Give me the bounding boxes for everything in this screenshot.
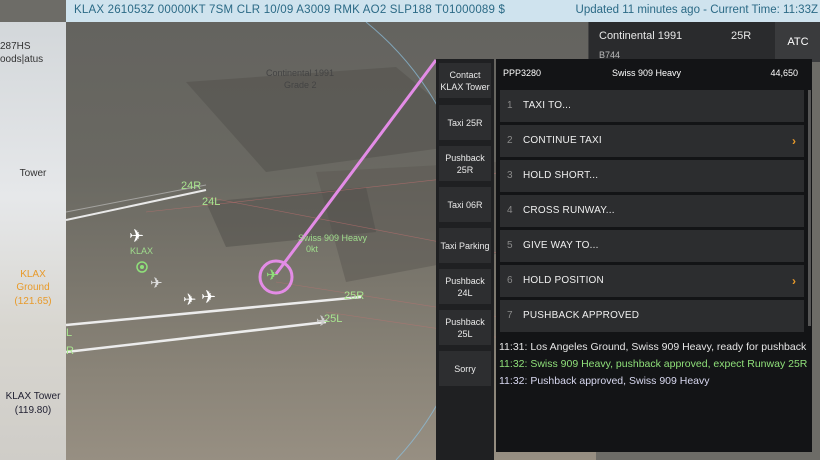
ground-frequency: (121.65) [14,296,52,307]
menu-item-label: PUSHBACK APPROVED [523,310,640,321]
menu-item-number: 7 [507,310,513,321]
menu-item-taxi-to[interactable]: 1 TAXI TO... [500,90,804,122]
menu-item-hold-short[interactable]: 3 HOLD SHORT... [500,160,804,192]
flight-strip[interactable]: Continental 1991 25R B744 ATC [588,22,820,62]
menu-value: 44,650 [770,68,798,78]
menu-item-number: 2 [507,135,513,146]
panel-text-2: oods|atus [0,54,44,65]
sorry-button[interactable]: Sorry [439,351,491,386]
log-line: 11:32: Swiss 909 Heavy, pushback approve… [499,358,808,370]
ground-role: Ground [16,282,50,293]
menu-item-label: CONTINUE TAXI [523,135,602,146]
runway-24l-label: 24L [202,196,221,208]
parked-aircraft-icon[interactable]: ✈ [150,274,163,292]
menu-item-continue-taxi[interactable]: 2 CONTINUE TAXI › [500,125,804,157]
airport-label: KLAX [130,246,154,256]
tower-name: KLAX Tower [5,391,61,402]
menu-item-label: HOLD SHORT... [523,170,599,181]
menu-item-number: 4 [507,205,513,216]
strip-callsign: Continental 1991 [599,30,683,42]
menu-item-cross-runway[interactable]: 4 CROSS RUNWAY... [500,195,804,227]
departing-aircraft-icon[interactable]: ✈ [201,287,216,308]
radio-log: 11:31: Los Angeles Ground, Swiss 909 Hea… [496,339,812,449]
menu-item-give-way[interactable]: 5 GIVE WAY TO... [500,230,804,262]
pushback-24l-button[interactable]: Pushback 24L [439,269,491,304]
ground-name: KLAX [20,269,46,280]
panel-text-1: 287HS [0,41,31,52]
pushback-25r-button[interactable]: Pushback 25R [439,146,491,181]
aircraft-callsign-tag[interactable]: Swiss 909 Heavy [298,233,367,244]
runway-edge-r-label: R [66,345,74,357]
menu-callsign: Swiss 909 Heavy [612,68,682,78]
menu-item-pushback-approved[interactable]: 7 PUSHBACK APPROVED [500,300,804,332]
frequency-panel: 287HS oods|atus Tower KLAX Ground (121.6… [0,22,66,460]
tower-aircraft-icon[interactable]: ✈ [129,226,144,247]
tower-label[interactable]: Tower [0,167,66,180]
runway-24r-label: 24R [181,180,202,192]
update-time: Updated 11 minutes ago - Current Time: 1… [575,4,818,16]
menu-item-hold-position[interactable]: 6 HOLD POSITION › [500,265,804,297]
chevron-right-icon: › [792,134,796,148]
command-buttons: Contact KLAX Tower Taxi 25R Pushback 25R… [436,59,494,460]
metar-bar: KLAX 261053Z 00000KT 7SM CLR 10/09 A3009… [66,0,820,23]
menu-item-label: CROSS RUNWAY... [523,205,615,216]
aircraft-speed-tag: 0kt [306,244,319,254]
menu-item-label: TAXI TO... [523,100,572,111]
gate-label-1: Continental 1991 [266,68,335,78]
atc-button[interactable]: ATC [775,22,820,62]
taxiing-aircraft-icon[interactable]: ✈ [183,290,196,310]
menu-header: PPP3280 Swiss 909 Heavy 44,650 [496,59,812,87]
selected-aircraft-icon[interactable]: ✈ [266,266,279,284]
flight-id: PPP3280 [503,68,542,78]
menu-item-number: 5 [507,240,513,251]
taxi-parking-button[interactable]: Taxi Parking [439,228,491,263]
tower-frequency: (119.80) [14,405,52,416]
runway-edge-l-label: L [66,327,73,339]
gate-label-2: Grade 2 [284,80,317,90]
menu-item-label: GIVE WAY TO... [523,240,599,251]
menu-scrollbar[interactable] [808,90,811,326]
menu-item-number: 1 [507,100,513,111]
chevron-right-icon: › [792,274,796,288]
contact-tower-button[interactable]: Contact KLAX Tower [439,63,491,98]
metar-text: KLAX 261053Z 00000KT 7SM CLR 10/09 A3009… [74,4,506,16]
taxi-06r-button[interactable]: Taxi 06R [439,187,491,222]
log-line: 11:31: Los Angeles Ground, Swiss 909 Hea… [499,341,807,353]
pushback-25l-button[interactable]: Pushback 25L [439,310,491,345]
menu-item-label: HOLD POSITION [523,275,604,286]
taxi-25r-button[interactable]: Taxi 25R [439,105,491,140]
runway-25r-label: 25R [344,290,365,302]
runway-aircraft-icon[interactable]: ✈ [316,312,329,330]
menu-item-number: 3 [507,170,513,181]
menu-item-number: 6 [507,275,513,286]
strip-runway: 25R [731,30,752,42]
command-menu: PPP3280 Swiss 909 Heavy 44,650 1 TAXI TO… [496,59,812,452]
log-line: 11:32: Pushback approved, Swiss 909 Heav… [499,375,710,387]
